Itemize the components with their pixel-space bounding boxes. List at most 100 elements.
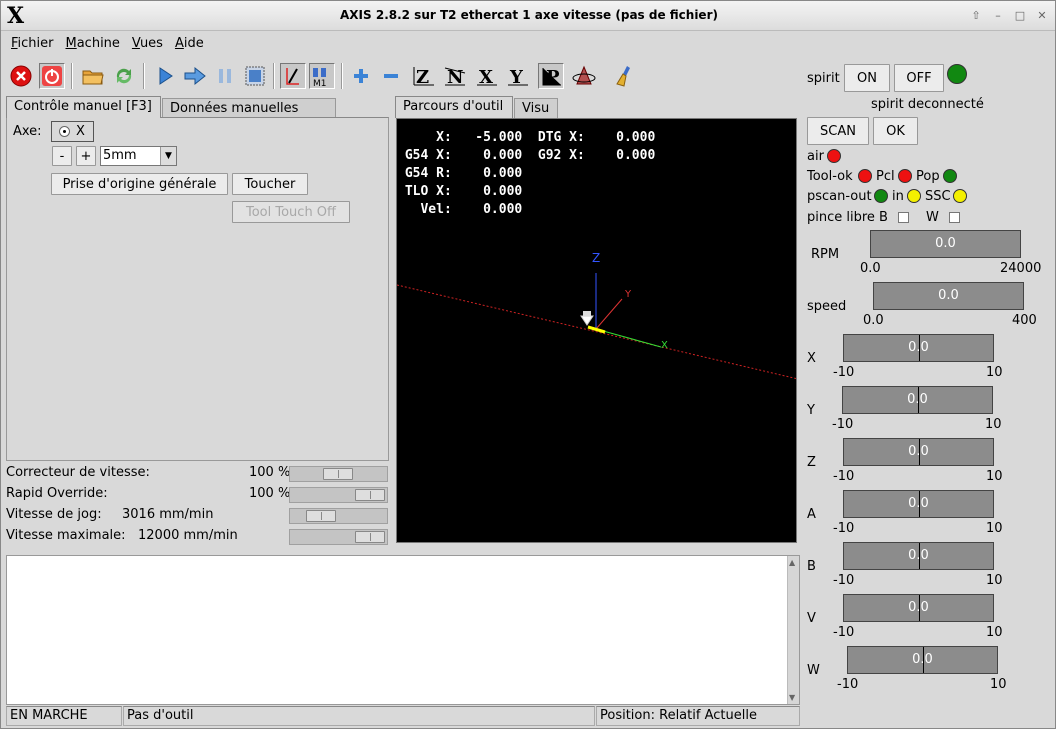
preview-graphics <box>397 273 796 380</box>
pince-w-checkbox[interactable] <box>949 212 960 223</box>
scroll-down-icon[interactable]: ▼ <box>789 693 795 702</box>
window-title: AXIS 2.8.2 sur T2 ethercat 1 axe vitesse… <box>340 8 718 22</box>
zoom-out-icon[interactable] <box>378 63 404 89</box>
maximize-icon[interactable]: □ <box>1013 9 1027 23</box>
home-all-button[interactable]: Prise d'origine générale <box>51 173 228 195</box>
scan-button[interactable]: SCAN <box>807 117 869 145</box>
touch-off-button[interactable]: Toucher <box>232 173 308 195</box>
rapid-override-slider[interactable] <box>289 487 388 503</box>
axis-bar-min: -10 <box>833 469 855 484</box>
stop-icon[interactable] <box>242 63 268 89</box>
view-z-icon[interactable]: Z <box>411 63 437 89</box>
status-tool: Pas d'outil <box>123 706 595 726</box>
feed-override-slider[interactable] <box>289 466 388 482</box>
pop-led <box>943 169 957 183</box>
pause-icon[interactable] <box>212 63 238 89</box>
tab-manual-control[interactable]: Contrôle manuel [F3] <box>6 96 161 118</box>
tab-toolpath-preview[interactable]: Parcours d'outil <box>395 96 513 118</box>
menu-machine[interactable]: Machine <box>60 32 126 56</box>
scroll-up-icon[interactable]: ▲ <box>789 558 795 567</box>
toolok-led <box>858 169 872 183</box>
axis-bar-label-a: A <box>807 507 816 522</box>
toolpath-preview-canvas[interactable]: X: -5.000 DTG X: 0.000 G54 X: 0.000 G92 … <box>396 118 797 543</box>
axis-bar-w: 0.0 <box>847 646 998 674</box>
axis-bar-max: 10 <box>986 625 1003 640</box>
pince-b-checkbox[interactable] <box>898 212 909 223</box>
svg-text:M1: M1 <box>313 79 327 87</box>
rpm-label: RPM <box>811 247 840 262</box>
spirit-led <box>947 64 967 84</box>
jog-minus-button[interactable]: - <box>52 146 72 166</box>
rpm-min: 0.0 <box>860 261 881 276</box>
in-led <box>907 189 921 203</box>
menu-vues[interactable]: Vues <box>126 32 169 56</box>
air-led <box>827 149 841 163</box>
axis-bar-max: 10 <box>986 365 1003 380</box>
ok-button[interactable]: OK <box>873 117 918 145</box>
zoom-in-icon[interactable] <box>348 63 374 89</box>
pop-label: Pop <box>916 169 940 184</box>
axis-bar-label-z: Z <box>807 455 816 470</box>
axis-bar-max: 10 <box>986 469 1003 484</box>
slider-knob[interactable] <box>355 531 385 543</box>
spirit-label: spirit <box>807 71 840 86</box>
optional-stop-icon[interactable]: M1 <box>309 63 335 89</box>
clear-backplot-icon[interactable] <box>613 63 639 89</box>
run-icon[interactable] <box>152 63 178 89</box>
max-velocity-value: 12000 mm/min <box>138 528 238 543</box>
view-perspective-icon[interactable]: P <box>538 63 564 89</box>
close-window-icon[interactable]: ✕ <box>1035 9 1049 23</box>
axis-bar-a: 0.0 <box>843 490 994 518</box>
jog-speed-slider[interactable] <box>289 508 388 524</box>
view-x-icon[interactable]: X <box>474 63 500 89</box>
rotate-view-icon[interactable] <box>571 63 597 89</box>
pince-w-label: W <box>926 210 939 225</box>
toolok-label: Tool-ok <box>807 169 853 184</box>
slider-knob[interactable] <box>355 489 385 501</box>
tab-visu[interactable]: Visu <box>514 98 558 120</box>
jog-speed-label: Vitesse de jog: <box>6 507 102 522</box>
axis-bar-label-w: W <box>807 663 820 678</box>
svg-text:Y: Y <box>509 67 524 87</box>
axis-bar-z: 0.0 <box>843 438 994 466</box>
status-machine-state: EN MARCHE <box>6 706 122 726</box>
axis-bar-min: -10 <box>832 417 854 432</box>
estop-icon[interactable] <box>8 63 34 89</box>
axis-x-radio[interactable]: X <box>51 121 94 142</box>
slider-knob[interactable] <box>323 468 353 480</box>
axis-bar-label-v: V <box>807 611 816 626</box>
axis-bar-label-b: B <box>807 559 816 574</box>
ssc-label: SSC <box>925 189 951 204</box>
view-z2-icon[interactable]: N <box>442 63 468 89</box>
tool-touch-off-button[interactable]: Tool Touch Off <box>232 201 350 223</box>
block-delete-icon[interactable] <box>280 63 306 89</box>
open-folder-icon[interactable] <box>80 63 106 89</box>
axis-bar-center-mark <box>918 387 919 413</box>
spirit-off-button[interactable]: OFF <box>894 64 944 92</box>
rapid-override-label: Rapid Override: <box>6 486 108 501</box>
reload-icon[interactable] <box>111 63 137 89</box>
roll-up-icon[interactable]: ⇧ <box>969 9 983 23</box>
jog-plus-button[interactable]: + <box>76 146 96 166</box>
max-velocity-slider[interactable] <box>289 529 388 545</box>
axis-bar-center-mark <box>919 491 920 517</box>
menu-fichier[interactable]: Fichier <box>5 32 60 56</box>
spirit-on-button[interactable]: ON <box>844 64 890 92</box>
menu-aide[interactable]: Aide <box>169 32 210 56</box>
pcl-label: Pcl <box>876 169 895 184</box>
step-icon[interactable] <box>182 63 208 89</box>
slider-knob[interactable] <box>306 510 336 522</box>
axis-bar-b: 0.0 <box>843 542 994 570</box>
minimize-icon[interactable]: – <box>991 9 1005 23</box>
console-scrollbar[interactable]: ▲ ▼ <box>787 556 799 704</box>
machine-power-icon[interactable] <box>39 63 65 89</box>
axis-bar-min: -10 <box>833 365 855 380</box>
message-console[interactable]: ▲ ▼ <box>6 555 800 705</box>
pcl-led <box>898 169 912 183</box>
axis-bar-center-mark <box>919 543 920 569</box>
svg-text:X: X <box>479 67 493 87</box>
axis-label: Axe: <box>13 124 42 139</box>
increment-select[interactable]: 5mm ▼ <box>100 146 177 166</box>
ssc-led <box>953 189 967 203</box>
view-y-icon[interactable]: Y <box>505 63 531 89</box>
